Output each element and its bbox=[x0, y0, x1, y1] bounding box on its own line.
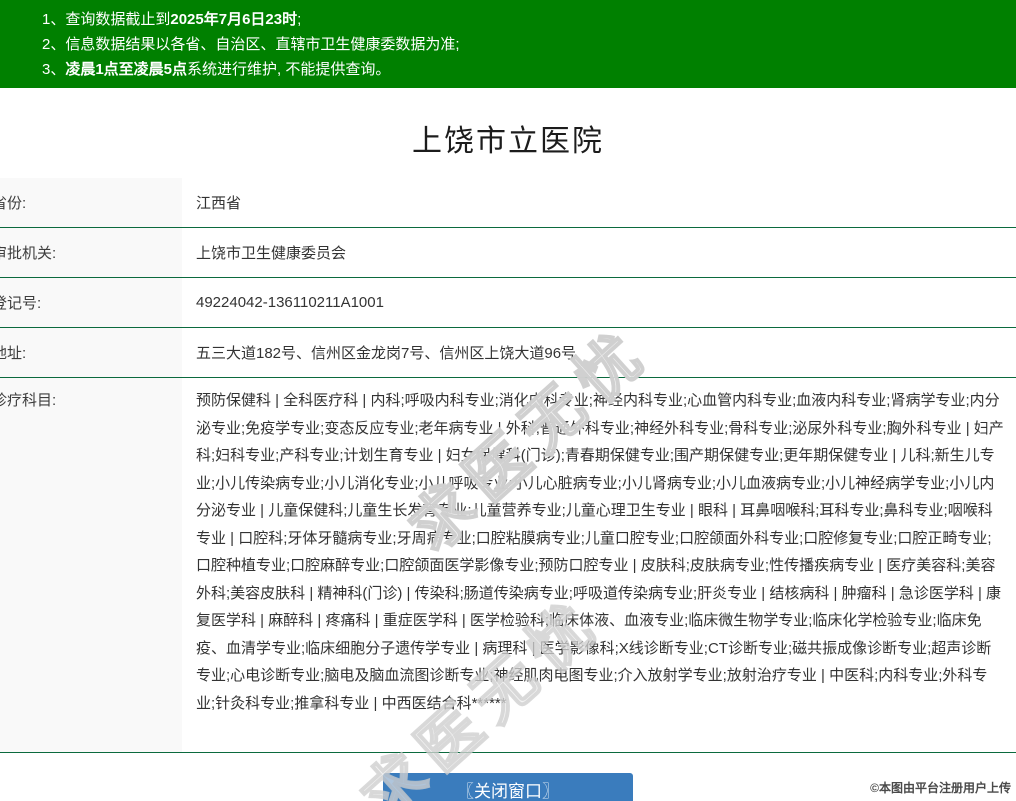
notice-text: 系统进行维护, 不能提供查询。 bbox=[187, 61, 390, 78]
row-value: 预防保健科 | 全科医疗科 | 内科;呼吸内科专业;消化内科专业;神经内科专业;… bbox=[182, 378, 1016, 752]
row-label: 省份: bbox=[0, 178, 182, 227]
table-row-approval-authority: 审批机关: 上饶市卫生健康委员会 bbox=[0, 228, 1016, 278]
row-value: 江西省 bbox=[182, 178, 1016, 227]
notice-number: 3、 bbox=[42, 61, 65, 78]
notice-bar: 1、查询数据截止到2025年7月6日23时; 2、信息数据结果以各省、自治区、直… bbox=[0, 0, 1016, 88]
actions-bar: 〖关闭窗口〗 bbox=[0, 773, 1016, 801]
notice-text-bold: 2025年7月6日23时 bbox=[170, 11, 297, 28]
upload-credit-text: ©本图由平台注册用户上传 bbox=[870, 779, 1011, 796]
notice-number: 1、 bbox=[42, 11, 65, 28]
row-value: 五三大道182号、信州区金龙岗7号、信州区上饶大道96号 bbox=[182, 328, 1016, 377]
close-window-button[interactable]: 〖关闭窗口〗 bbox=[383, 773, 633, 801]
hospital-info-table: 省份: 江西省 审批机关: 上饶市卫生健康委员会 登记号: 49224042-1… bbox=[0, 178, 1016, 753]
notice-text-bold: 凌晨1点至凌晨5点 bbox=[65, 61, 187, 78]
notice-text: 信息数据结果以各省、自治区、直辖市卫生健康委数据为准; bbox=[65, 36, 459, 53]
notice-number: 2、 bbox=[42, 36, 65, 53]
row-label: 诊疗科目: bbox=[0, 378, 182, 752]
table-row-departments: 诊疗科目: 预防保健科 | 全科医疗科 | 内科;呼吸内科专业;消化内科专业;神… bbox=[0, 378, 1016, 753]
table-row-province: 省份: 江西省 bbox=[0, 178, 1016, 228]
notice-line-3: 3、凌晨1点至凌晨5点系统进行维护, 不能提供查询。 bbox=[42, 57, 1006, 82]
notice-line-2: 2、信息数据结果以各省、自治区、直辖市卫生健康委数据为准; bbox=[42, 32, 1006, 57]
title-area: 上饶市立医院 bbox=[0, 88, 1016, 178]
row-value: 49224042-136110211A1001 bbox=[182, 278, 1016, 327]
table-row-registration-number: 登记号: 49224042-136110211A1001 bbox=[0, 278, 1016, 328]
row-label: 地址: bbox=[0, 328, 182, 377]
notice-text: ; bbox=[297, 11, 301, 28]
row-value: 上饶市卫生健康委员会 bbox=[182, 228, 1016, 277]
notice-line-1: 1、查询数据截止到2025年7月6日23时; bbox=[42, 7, 1006, 32]
row-label: 审批机关: bbox=[0, 228, 182, 277]
table-row-address: 地址: 五三大道182号、信州区金龙岗7号、信州区上饶大道96号 bbox=[0, 328, 1016, 378]
query-result-page: 1、查询数据截止到2025年7月6日23时; 2、信息数据结果以各省、自治区、直… bbox=[0, 0, 1016, 801]
row-label: 登记号: bbox=[0, 278, 182, 327]
notice-text: 查询数据截止到 bbox=[65, 11, 170, 28]
hospital-title: 上饶市立医院 bbox=[0, 116, 1016, 160]
